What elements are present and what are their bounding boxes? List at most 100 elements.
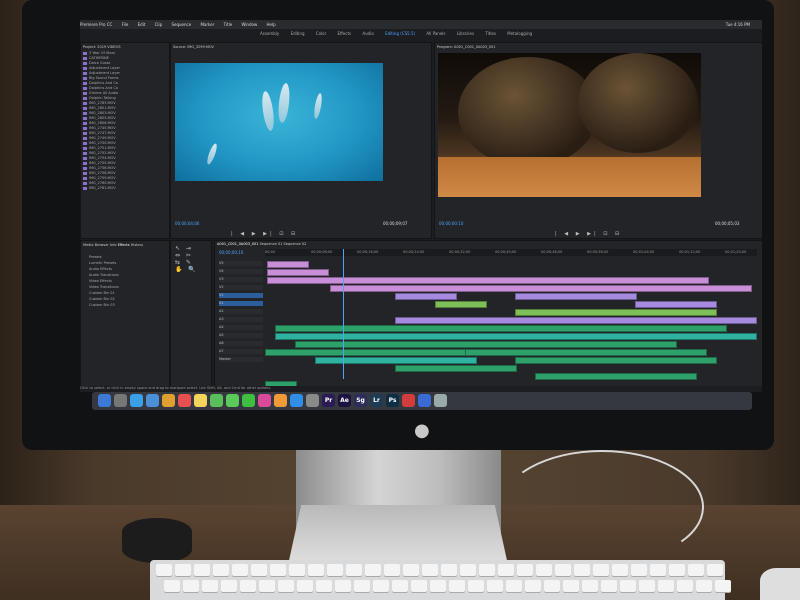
safari-icon[interactable] — [130, 394, 143, 407]
app-icon-ae[interactable]: Ae — [338, 394, 351, 407]
keyboard-key — [354, 580, 370, 592]
video-clip[interactable] — [267, 269, 329, 276]
keyboard-key — [308, 564, 324, 576]
downloads-icon[interactable] — [418, 394, 431, 407]
video-clip[interactable] — [515, 293, 637, 300]
menu-file[interactable]: File — [122, 22, 129, 27]
tool-icons[interactable]: ↖ ⇥ ⇔ ✂ ⇆ ✎ ✋ 🔍 — [171, 241, 211, 277]
tab-info[interactable]: Info — [110, 243, 117, 247]
track-header[interactable]: A4 — [219, 325, 263, 330]
clip-icon — [83, 132, 87, 135]
video-clip[interactable] — [635, 301, 717, 308]
audio-clip[interactable] — [535, 373, 697, 380]
track-header[interactable]: A7 — [219, 349, 263, 354]
workspace-tab[interactable]: Audio — [362, 31, 373, 36]
app-icon-sg[interactable]: Sg — [354, 394, 367, 407]
creative-cloud-icon[interactable] — [402, 394, 415, 407]
track-header[interactable]: A2 — [219, 309, 263, 314]
menu-edit[interactable]: Edit — [138, 22, 146, 27]
app-icon-ps[interactable]: Ps — [386, 394, 399, 407]
project-item-label: IMG_2761.MOV — [89, 186, 116, 190]
audio-clip[interactable] — [465, 349, 707, 356]
keyboard-key — [373, 580, 389, 592]
program-monitor: Program: A001_C001_0A003_001 00;00;00;10… — [434, 42, 762, 239]
menu-help[interactable]: Help — [267, 22, 276, 27]
track-header[interactable]: V1 — [219, 293, 263, 298]
track-header[interactable]: V4 — [219, 269, 263, 274]
effects-bin[interactable]: Custom Bin 03 — [81, 303, 169, 309]
track-header[interactable]: A6 — [219, 341, 263, 346]
project-item[interactable]: IMG_2761.MOV — [81, 186, 169, 191]
launchpad-icon[interactable] — [114, 394, 127, 407]
video-clip[interactable] — [395, 293, 457, 300]
keyboard-key — [536, 564, 552, 576]
source-transport-controls[interactable]: | ◀ ▶ ▶| ⊡ ⊟ — [231, 231, 298, 237]
audio-clip[interactable] — [395, 365, 517, 372]
messages-icon[interactable] — [226, 394, 239, 407]
app-store-icon[interactable] — [290, 394, 303, 407]
timeline-ruler[interactable]: 00;00 00;00;08;00 00;00;16;00 00;00;24;00 00… — [265, 249, 757, 256]
workspace-tab[interactable]: Effects — [338, 31, 352, 36]
video-clip[interactable] — [395, 317, 757, 324]
calendar-icon[interactable] — [178, 394, 191, 407]
tab-history[interactable]: History — [131, 243, 143, 247]
program-transport-controls[interactable]: | ◀ ▶ ▶| ⊡ ⊟ — [555, 231, 622, 237]
track-header[interactable]: V5 — [219, 261, 263, 266]
clip-icon — [83, 127, 87, 130]
effects-list: Presets Lumetri Presets Audio Effects Audio… — [81, 255, 169, 309]
maps-icon[interactable] — [210, 394, 223, 407]
workspace-tab[interactable]: Libraries — [457, 31, 474, 36]
timeline-tab[interactable]: A001_C001_0A003_001 — [217, 242, 258, 246]
facetime-icon[interactable] — [242, 394, 255, 407]
tab-effects[interactable]: Effects — [118, 243, 130, 247]
audio-clip[interactable] — [275, 333, 757, 340]
workspace-tab[interactable]: Titles — [485, 31, 496, 36]
app-icon-pr[interactable]: Pr — [322, 394, 335, 407]
track-header[interactable]: A1 — [219, 301, 263, 306]
photos-icon[interactable] — [162, 394, 175, 407]
timeline-tab[interactable]: Sequence 01 — [260, 242, 283, 246]
playhead[interactable] — [343, 249, 344, 379]
video-clip[interactable] — [330, 285, 752, 292]
mail-icon[interactable] — [146, 394, 159, 407]
track-header[interactable]: A3 — [219, 317, 263, 322]
preferences-icon[interactable] — [306, 394, 319, 407]
workspace-tab[interactable]: Editing (CS5.5) — [385, 31, 415, 36]
track-header[interactable]: Master — [219, 357, 263, 362]
trash-icon[interactable] — [434, 394, 447, 407]
audio-clip[interactable] — [295, 341, 677, 348]
menu-app[interactable]: Premiere Pro CC — [80, 22, 112, 27]
workspace-tab[interactable]: Metalogging — [507, 31, 532, 36]
audio-clip[interactable] — [515, 357, 717, 364]
itunes-icon[interactable] — [258, 394, 271, 407]
tab-media-browser[interactable]: Media Browser — [83, 243, 109, 247]
video-clip[interactable] — [267, 261, 309, 268]
menu-title[interactable]: Title — [224, 22, 233, 27]
track-header[interactable]: A5 — [219, 333, 263, 338]
clip-icon — [83, 97, 87, 100]
timeline-tab[interactable]: Sequence 02 — [284, 242, 307, 246]
track-header[interactable]: V2 — [219, 285, 263, 290]
project-item-label: CATHERINE — [89, 56, 109, 60]
video-clip[interactable] — [267, 277, 709, 284]
menu-marker[interactable]: Marker — [200, 22, 214, 27]
ibooks-icon[interactable] — [274, 394, 287, 407]
finder-icon[interactable] — [98, 394, 111, 407]
workspace-tab[interactable]: Color — [316, 31, 326, 36]
notes-icon[interactable] — [194, 394, 207, 407]
menu-window[interactable]: Window — [241, 22, 257, 27]
video-clip[interactable] — [515, 309, 717, 316]
video-clip[interactable] — [435, 301, 487, 308]
turtle-shell — [458, 57, 598, 167]
workspace-tab[interactable]: Editing — [291, 31, 305, 36]
menu-clip[interactable]: Clip — [155, 22, 163, 27]
imac-monitor: Premiere Pro CC File Edit Clip Sequence … — [22, 0, 774, 450]
workspace-tab[interactable]: All Panels — [426, 31, 445, 36]
track-header[interactable]: V3 — [219, 277, 263, 282]
workspace-tabs: Assembly Editing Color Effects Audio Edi… — [260, 31, 600, 39]
audio-clip[interactable] — [265, 349, 467, 356]
app-icon-lr[interactable]: Lr — [370, 394, 383, 407]
audio-clip[interactable] — [315, 357, 477, 364]
workspace-tab[interactable]: Assembly — [260, 31, 279, 36]
menu-sequence[interactable]: Sequence — [171, 22, 191, 27]
